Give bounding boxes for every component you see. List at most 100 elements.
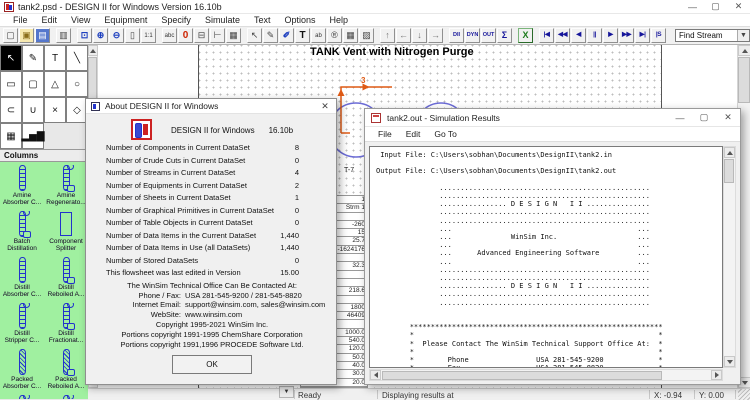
rectangle-tool[interactable]: ▭ bbox=[0, 71, 22, 97]
dynamics-button[interactable]: DYN bbox=[465, 28, 480, 43]
triangle-tool[interactable]: △ bbox=[44, 71, 66, 97]
separator[interactable] bbox=[242, 28, 246, 43]
palette-item[interactable]: Amine Absorber C... bbox=[0, 165, 44, 211]
nav-pause-button[interactable]: || bbox=[587, 28, 602, 43]
menu-item[interactable]: Simulate bbox=[198, 15, 247, 25]
palette-item[interactable]: Distill Fractionat... bbox=[44, 303, 88, 349]
palette-item[interactable]: Component Splitter bbox=[44, 211, 88, 257]
open-button[interactable]: ▣ bbox=[19, 28, 34, 43]
palette-item[interactable]: Packed Absorber C... bbox=[0, 349, 44, 395]
line-tool[interactable]: ╲ bbox=[66, 45, 88, 71]
scroll-right-icon[interactable] bbox=[711, 370, 722, 380]
input-file-button[interactable]: DII bbox=[449, 28, 464, 43]
freehand-button[interactable]: ✐ bbox=[279, 28, 294, 43]
nav-forward-button[interactable]: ▶▶ bbox=[619, 28, 634, 43]
title-bar[interactable]: tank2.psd - DESIGN II for Windows Versio… bbox=[0, 0, 750, 14]
new-button[interactable]: ▢ bbox=[3, 28, 18, 43]
chevron-down-icon[interactable]: ▼ bbox=[737, 30, 749, 41]
picture-button[interactable]: ▨ bbox=[359, 28, 374, 43]
close-button[interactable]: ✕ bbox=[727, 0, 750, 14]
menu-item[interactable]: Options bbox=[277, 15, 322, 25]
chart-tool[interactable]: ▂▅▇ bbox=[21, 123, 45, 149]
grid-button[interactable]: ▦ bbox=[226, 28, 241, 43]
summary-button[interactable]: Σ bbox=[497, 28, 512, 43]
scroll-up-icon[interactable] bbox=[88, 45, 98, 56]
menu-item[interactable]: Specify bbox=[154, 15, 198, 25]
palette-item[interactable] bbox=[0, 395, 44, 399]
label-button[interactable]: ab bbox=[311, 28, 326, 43]
print-button[interactable]: ▥ bbox=[56, 28, 71, 43]
menu-item[interactable]: Edit bbox=[35, 15, 65, 25]
cross-tool[interactable]: × bbox=[44, 97, 66, 123]
results-title-bar[interactable]: tank2.out - Simulation Results — ▢ ✕ bbox=[365, 109, 740, 127]
sheet-selector-dropdown[interactable]: ▼ bbox=[279, 386, 294, 398]
table-tool[interactable]: ▦ bbox=[0, 123, 22, 149]
results-menu-item[interactable]: File bbox=[371, 129, 399, 139]
text-button[interactable]: T bbox=[295, 28, 310, 43]
results-minimize-button[interactable]: — bbox=[668, 109, 692, 127]
results-maximize-button[interactable]: ▢ bbox=[692, 109, 716, 127]
separator[interactable] bbox=[51, 28, 55, 43]
scroll-up-icon[interactable] bbox=[724, 147, 735, 158]
about-close-icon[interactable]: ✕ bbox=[314, 101, 336, 112]
ellipse-tool[interactable]: ○ bbox=[66, 71, 88, 97]
scrollbar-thumb[interactable] bbox=[382, 371, 662, 380]
output-file-button[interactable]: OUT bbox=[481, 28, 496, 43]
scroll-left-icon[interactable] bbox=[370, 370, 381, 380]
separator[interactable] bbox=[72, 28, 76, 43]
palette-item[interactable]: Distill Absorber C... bbox=[0, 257, 44, 303]
palette-item[interactable]: Packed Reboiled A... bbox=[44, 349, 88, 395]
arc-tool[interactable]: ⊂ bbox=[0, 97, 22, 123]
scrollbar-thumb[interactable] bbox=[724, 159, 734, 183]
pencil-button[interactable]: ✎ bbox=[263, 28, 278, 43]
display-button[interactable]: ⊟ bbox=[194, 28, 209, 43]
save-button[interactable]: ▤ bbox=[35, 28, 50, 43]
separator[interactable] bbox=[444, 28, 448, 43]
zoom-window-button[interactable]: ⊡ bbox=[77, 28, 92, 43]
menu-item[interactable]: View bbox=[64, 15, 97, 25]
stream-select-button[interactable]: |S bbox=[651, 28, 666, 43]
scroll-down-icon[interactable] bbox=[724, 356, 735, 367]
select-button[interactable]: ↖ bbox=[247, 28, 262, 43]
ok-button[interactable]: OK bbox=[172, 355, 252, 374]
scrollbar-thumb[interactable] bbox=[738, 57, 750, 103]
symbol-button[interactable]: ® bbox=[327, 28, 342, 43]
page-view-button[interactable]: ▯ bbox=[125, 28, 140, 43]
results-horizontal-scrollbar[interactable] bbox=[369, 369, 723, 381]
palette-item[interactable]: Distill Stripper C... bbox=[0, 303, 44, 349]
nav-rewind-button[interactable]: ◀◀ bbox=[555, 28, 570, 43]
resize-grip[interactable] bbox=[738, 389, 750, 400]
menu-item[interactable]: Text bbox=[247, 15, 278, 25]
rounded-rectangle-tool[interactable]: ▢ bbox=[22, 71, 44, 97]
results-menu-item[interactable]: Go To bbox=[427, 129, 464, 139]
maximize-button[interactable]: ▢ bbox=[704, 0, 727, 14]
zoom-out-button[interactable]: ⊖ bbox=[109, 28, 124, 43]
palette-item[interactable] bbox=[44, 395, 88, 399]
move-down-button[interactable]: ↓ bbox=[412, 28, 427, 43]
minimize-button[interactable]: — bbox=[681, 0, 704, 14]
menu-item[interactable]: Help bbox=[323, 15, 356, 25]
nav-prev-button[interactable]: ◀ bbox=[571, 28, 586, 43]
separator[interactable] bbox=[534, 28, 538, 43]
pencil-tool[interactable]: ✎ bbox=[22, 45, 44, 71]
separator[interactable] bbox=[513, 28, 517, 43]
arc-up-tool[interactable]: ∪ bbox=[22, 97, 44, 123]
scroll-up-icon[interactable] bbox=[738, 45, 750, 56]
flash-button[interactable]: 0 bbox=[178, 28, 193, 43]
move-up-button[interactable]: ↑ bbox=[380, 28, 395, 43]
menu-item[interactable]: Equipment bbox=[97, 15, 154, 25]
table-button[interactable]: ▦ bbox=[343, 28, 358, 43]
text-tool[interactable]: T bbox=[44, 45, 66, 71]
connector-button[interactable]: ⊢ bbox=[210, 28, 225, 43]
spell-check-button[interactable]: abc bbox=[162, 28, 177, 43]
results-close-button[interactable]: ✕ bbox=[716, 109, 740, 127]
find-stream-combo[interactable]: Find Stream ▼ bbox=[675, 29, 750, 42]
nav-first-button[interactable]: |◀ bbox=[539, 28, 554, 43]
excel-button[interactable]: X bbox=[518, 28, 533, 43]
results-vertical-scrollbar[interactable] bbox=[723, 146, 736, 368]
select-tool[interactable]: ↖ bbox=[0, 45, 22, 71]
palette-item[interactable]: Batch Distillation bbox=[0, 211, 44, 257]
zoom-in-button[interactable]: ⊕ bbox=[93, 28, 108, 43]
actual-size-button[interactable]: 1:1 bbox=[141, 28, 156, 43]
palette-item[interactable]: Distill Reboiled A... bbox=[44, 257, 88, 303]
